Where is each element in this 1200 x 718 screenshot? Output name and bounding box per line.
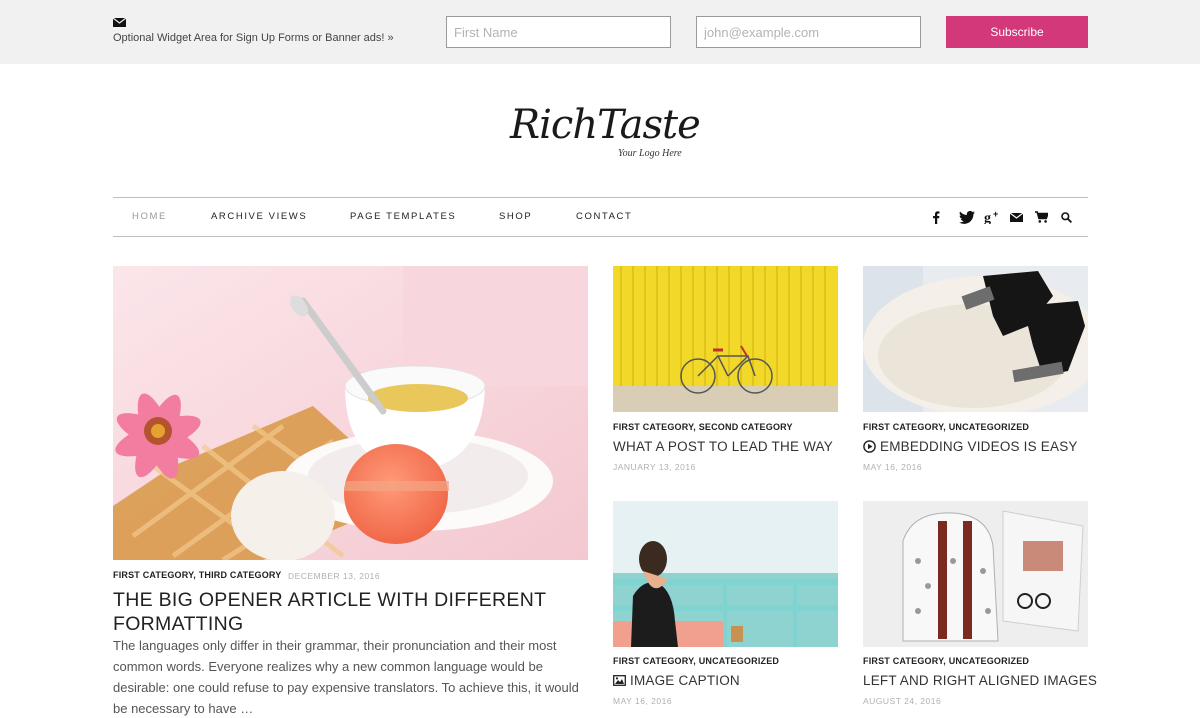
envelope-icon xyxy=(113,18,126,27)
post-title[interactable]: LEFT AND RIGHT ALIGNED IMAGES xyxy=(863,673,1097,688)
post-categories[interactable]: FIRST CATEGORY, SECOND CATEGORY xyxy=(613,422,793,432)
svg-text:+: + xyxy=(993,210,998,219)
post-date: MAY 16, 2016 xyxy=(613,696,673,706)
first-name-input[interactable] xyxy=(446,16,671,48)
top-widget-bar: Optional Widget Area for Sign Up Forms o… xyxy=(0,0,1200,64)
play-circle-icon xyxy=(863,440,876,453)
svg-text:g: g xyxy=(984,211,991,224)
post-title-text: WHAT A POST TO LEAD THE WAY xyxy=(613,439,833,454)
nav-item-shop[interactable]: Shop xyxy=(499,211,532,222)
post-title-text: EMBEDDING VIDEOS IS EASY xyxy=(880,439,1078,454)
featured-post-excerpt: The languages only differ in their gramm… xyxy=(113,638,579,716)
search-icon[interactable] xyxy=(1059,209,1073,225)
post-date: MAY 16, 2016 xyxy=(863,462,923,472)
post-categories[interactable]: FIRST CATEGORY, UNCATEGORIZED xyxy=(613,656,779,666)
widget-area-text: Optional Widget Area for Sign Up Forms o… xyxy=(113,32,394,44)
post-title[interactable]: IMAGE CAPTION xyxy=(613,673,740,688)
main-navigation: Home Archive Views Page Templates Shop C… xyxy=(113,197,1088,237)
twitter-icon[interactable] xyxy=(958,209,976,225)
google-plus-icon[interactable]: g + xyxy=(983,209,1001,225)
post-date: JANUARY 13, 2016 xyxy=(613,462,696,472)
post-title-text: IMAGE CAPTION xyxy=(630,673,740,688)
post-categories[interactable]: FIRST CATEGORY, UNCATEGORIZED xyxy=(863,656,1029,666)
featured-post-title[interactable]: THE BIG OPENER ARTICLE WITH DIFFERENT FO… xyxy=(113,588,583,636)
post-thumbnail-bicycle[interactable] xyxy=(613,266,838,412)
featured-post-categories[interactable]: FIRST CATEGORY, THIRD CATEGORY xyxy=(113,570,282,580)
post-thumbnail-backpack[interactable] xyxy=(863,501,1088,647)
email-input[interactable] xyxy=(696,16,921,48)
post-date: AUGUST 24, 2016 xyxy=(863,696,942,706)
nav-item-page-templates[interactable]: Page Templates xyxy=(350,211,456,222)
logo-tagline: Your Logo Here xyxy=(618,148,682,159)
logo-brand-text: RichTaste xyxy=(510,102,701,148)
subscribe-button[interactable]: Subscribe xyxy=(946,16,1088,48)
post-thumbnail-shoes[interactable] xyxy=(863,266,1088,412)
featured-post-image[interactable] xyxy=(113,266,588,560)
nav-item-home[interactable]: Home xyxy=(132,211,167,222)
nav-item-contact[interactable]: Contact xyxy=(576,211,632,222)
facebook-icon[interactable] xyxy=(929,209,943,225)
image-icon xyxy=(613,675,626,686)
mail-icon[interactable] xyxy=(1009,209,1023,225)
cart-icon[interactable] xyxy=(1034,209,1048,225)
post-thumbnail-beach[interactable] xyxy=(613,501,838,647)
post-title[interactable]: WHAT A POST TO LEAD THE WAY xyxy=(613,439,833,454)
post-title[interactable]: EMBEDDING VIDEOS IS EASY xyxy=(863,439,1078,454)
post-categories[interactable]: FIRST CATEGORY, UNCATEGORIZED xyxy=(863,422,1029,432)
nav-item-archive-views[interactable]: Archive Views xyxy=(211,211,307,222)
site-logo[interactable]: RichTaste Your Logo Here xyxy=(480,84,720,174)
post-title-text: LEFT AND RIGHT ALIGNED IMAGES xyxy=(863,673,1098,688)
featured-post-date: DECEMBER 13, 2016 xyxy=(288,571,381,581)
